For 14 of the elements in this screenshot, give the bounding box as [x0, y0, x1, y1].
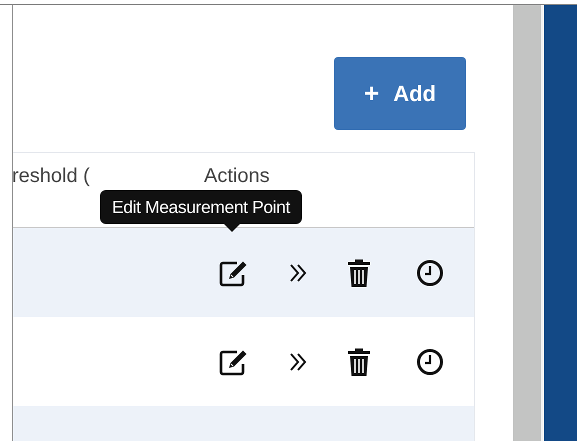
column-header: Actions — [204, 166, 270, 186]
trash-icon[interactable] — [347, 258, 371, 288]
scrollbar[interactable] — [513, 5, 541, 441]
clock-icon[interactable] — [416, 258, 444, 286]
double-chevron-icon[interactable] — [289, 352, 307, 372]
clock-icon[interactable] — [416, 348, 444, 376]
tooltip-pointer — [224, 224, 240, 232]
column-header: reshold ( — [12, 166, 91, 186]
tooltip: Edit Measurement Point — [100, 190, 302, 224]
edit-icon[interactable] — [219, 348, 249, 376]
trash-icon[interactable] — [347, 346, 371, 376]
double-chevron-icon[interactable] — [289, 262, 307, 282]
edit-icon[interactable] — [219, 258, 249, 286]
add-button[interactable]: + Add — [334, 57, 466, 130]
